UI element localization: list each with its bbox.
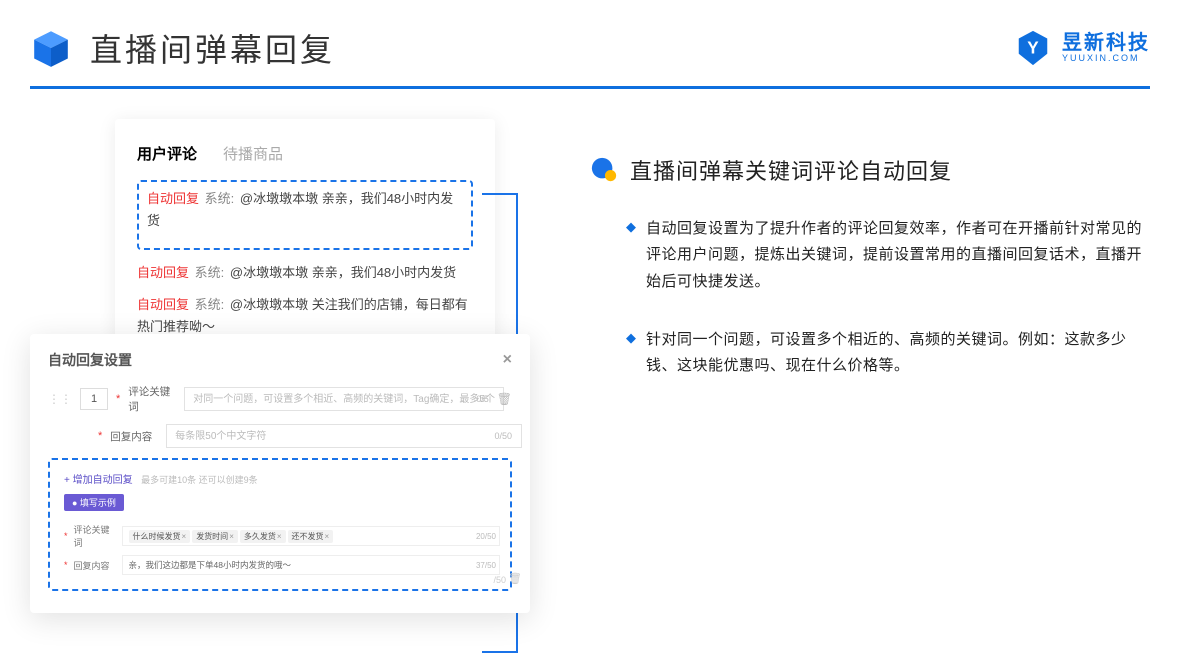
reply-label: 回复内容 [110, 429, 158, 444]
keyword-chip[interactable]: 什么时候发货× [129, 530, 191, 543]
section-header: 直播间弹幕关键词评论自动回复 [590, 154, 1150, 186]
ex-reply-input[interactable]: 亲，我们这边都是下单48小时内发货的哦～ [122, 555, 500, 575]
brand-logo-icon: Y [1014, 29, 1052, 67]
diamond-bullet-icon: ◆ [626, 330, 636, 380]
example-keyword-row: * 评论关键词 什么时候发货× 发货时间× 多久发货× 还不发货× 20/50 [64, 523, 496, 549]
keyword-input[interactable] [184, 387, 504, 411]
svg-text:Y: Y [1027, 39, 1039, 58]
tab-user-comments[interactable]: 用户评论 [137, 143, 197, 164]
add-auto-reply-link[interactable]: + 增加自动回复 [64, 475, 133, 486]
keyword-label: 评论关键词 [128, 384, 176, 414]
comment-row: 自动回复 系统: @冰墩墩本墩 亲亲，我们48小时内发货 [137, 262, 473, 284]
section-title: 直播间弹幕关键词评论自动回复 [630, 154, 952, 186]
left-pane: 用户评论 待播商品 自动回复 系统: @冰墩墩本墩 亲亲，我们48小时内发货 自… [30, 119, 550, 411]
system-tag: 系统: [195, 297, 225, 312]
example-badge: ● 填写示例 [64, 494, 124, 511]
diamond-bullet-icon: ◆ [626, 219, 636, 295]
auto-reply-tag: 自动回复 [137, 265, 189, 280]
example-box: + 增加自动回复 最多可建10条 还可以创建9条 ● 填写示例 * 评论关键词 … [48, 458, 512, 591]
bullet-item: ◆ 自动回复设置为了提升作者的评论回复效率，作者可在开播前针对常见的评论用户问题… [590, 216, 1150, 295]
keyword-chip[interactable]: 多久发货× [240, 530, 286, 543]
system-tag: 系统: [195, 265, 225, 280]
reply-input[interactable] [166, 424, 522, 448]
comment-row: 自动回复 系统: @冰墩墩本墩 亲亲，我们48小时内发货 [147, 188, 463, 232]
keyword-chip[interactable]: 发货时间× [192, 530, 238, 543]
trash-icon[interactable]: 🗑 [508, 572, 522, 585]
brand-text: 昱新科技 YUUXIN.COM [1062, 32, 1150, 64]
reply-counter: 0/50 [494, 431, 512, 441]
bullet-text: 自动回复设置为了提升作者的评论回复效率，作者可在开播前针对常见的评论用户问题，提… [646, 216, 1150, 295]
required-mark: * [98, 430, 102, 442]
right-pane: 直播间弹幕关键词评论自动回复 ◆ 自动回复设置为了提升作者的评论回复效率，作者可… [590, 119, 1150, 411]
ex-keyword-input[interactable]: 什么时候发货× 发货时间× 多久发货× 还不发货× [122, 526, 500, 546]
page-header: 直播间弹幕回复 Y 昱新科技 YUUXIN.COM [0, 0, 1180, 86]
comment-row: 自动回复 系统: @冰墩墩本墩 关注我们的店铺，每日都有热门推荐呦～ [137, 294, 473, 338]
cube-icon [30, 27, 72, 69]
add-hint: 最多可建10条 还可以创建9条 [141, 475, 258, 485]
tab-pending-goods[interactable]: 待播商品 [223, 143, 283, 164]
index-input[interactable] [80, 388, 108, 410]
comment-text: @冰墩墩本墩 亲亲，我们48小时内发货 [230, 265, 456, 280]
outer-counter: /50 [493, 575, 506, 585]
tabs: 用户评论 待播商品 [137, 143, 473, 164]
auto-reply-tag: 自动回复 [137, 297, 189, 312]
system-tag: 系统: [205, 191, 235, 206]
ex-keyword-label: 评论关键词 [74, 523, 116, 549]
add-row: + 增加自动回复 最多可建10条 还可以创建9条 [64, 470, 496, 488]
modal-header: 自动回复设置 × [48, 350, 512, 370]
required-mark: * [64, 531, 68, 541]
page-title: 直播间弹幕回复 [90, 25, 335, 71]
highlighted-comment: 自动回复 系统: @冰墩墩本墩 亲亲，我们48小时内发货 [137, 180, 473, 250]
ex-reply-label: 回复内容 [74, 559, 116, 572]
bullet-item: ◆ 针对同一个问题，可设置多个相近的、高频的关键词。例如：这款多少钱、这块能优惠… [590, 327, 1150, 380]
bullet-text: 针对同一个问题，可设置多个相近的、高频的关键词。例如：这款多少钱、这块能优惠吗、… [646, 327, 1150, 380]
form-row-keyword: ⋮⋮ * 评论关键词 0/5 🗑 [48, 384, 512, 414]
brand: Y 昱新科技 YUUXIN.COM [1014, 29, 1150, 67]
modal-title: 自动回复设置 [48, 350, 132, 370]
form-row-reply: * 回复内容 0/50 [48, 424, 512, 448]
settings-modal: 自动回复设置 × ⋮⋮ * 评论关键词 0/5 🗑 * 回复内容 0/50 [30, 334, 530, 613]
content: 用户评论 待播商品 自动回复 系统: @冰墩墩本墩 亲亲，我们48小时内发货 自… [0, 109, 1180, 421]
example-reply-row: * 回复内容 亲，我们这边都是下单48小时内发货的哦～ 37/50 [64, 555, 496, 575]
keyword-counter: 0/5 [476, 394, 489, 404]
ex-reply-counter: 37/50 [476, 561, 496, 570]
ex-reply-text: 亲，我们这边都是下单48小时内发货的哦～ [129, 559, 291, 571]
ex-kw-counter: 20/50 [476, 532, 496, 541]
header-left: 直播间弹幕回复 [30, 25, 335, 71]
brand-name: 昱新科技 [1062, 32, 1150, 54]
drag-handle-icon[interactable]: ⋮⋮ [48, 392, 72, 406]
brand-sub: YUUXIN.COM [1062, 54, 1150, 64]
close-icon[interactable]: × [503, 351, 512, 369]
chat-bubble-icon [590, 156, 618, 184]
required-mark: * [116, 393, 120, 405]
auto-reply-tag: 自动回复 [147, 191, 199, 206]
keyword-chip[interactable]: 还不发货× [288, 530, 334, 543]
required-mark: * [64, 560, 68, 570]
trash-icon[interactable]: 🗑 [497, 392, 512, 406]
header-divider [30, 86, 1150, 89]
